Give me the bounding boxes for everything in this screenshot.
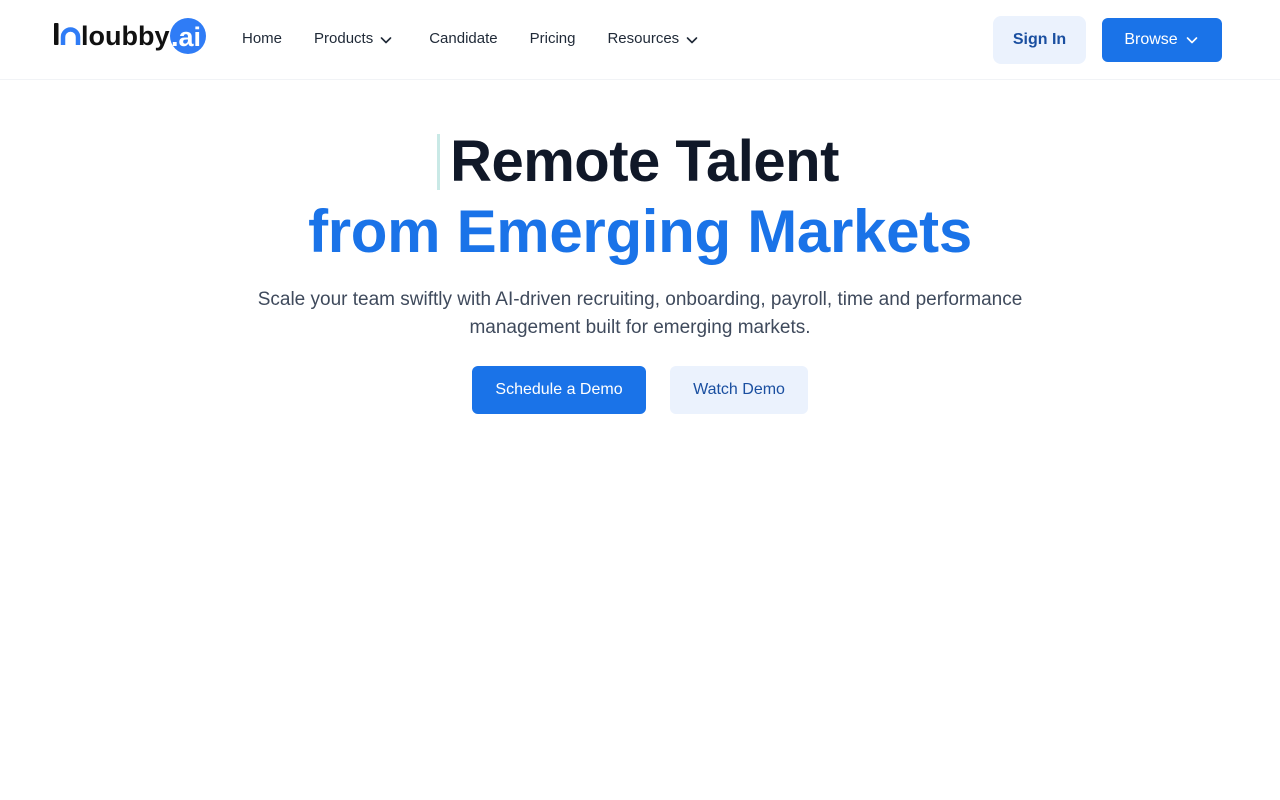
nav-products-label: Products bbox=[314, 30, 374, 47]
nav-pricing[interactable]: Pricing bbox=[530, 30, 576, 47]
nav-pricing-label: Pricing bbox=[529, 30, 576, 47]
nav-candidate[interactable]: Candidate bbox=[429, 30, 497, 47]
hero-subtitle: Scale your team swiftly with AI-driven r… bbox=[257, 289, 1023, 338]
logo-wordmark: loubby bbox=[81, 21, 170, 51]
chevron-down-icon bbox=[380, 37, 392, 44]
main-nav: Home Products Candidate Pricing Resource… bbox=[242, 0, 700, 80]
nav-home[interactable]: Home bbox=[242, 30, 282, 47]
nav-resources[interactable]: Resources bbox=[607, 29, 700, 48]
nav-home-label: Home bbox=[242, 30, 283, 47]
chevron-down-icon bbox=[686, 37, 698, 44]
hero-title-row: Remote Talent bbox=[0, 130, 1280, 194]
schedule-demo-label: Schedule a Demo bbox=[495, 381, 623, 398]
loubby-logo[interactable]: loubby .ai bbox=[54, 17, 206, 57]
browse-label: Browse bbox=[1124, 31, 1178, 48]
watch-demo-label: Watch Demo bbox=[693, 381, 785, 398]
logo-badge: .ai bbox=[171, 22, 201, 52]
schedule-demo-button[interactable]: Schedule a Demo bbox=[472, 366, 646, 414]
browse-button[interactable]: Browse bbox=[1102, 18, 1222, 62]
typing-cursor bbox=[437, 134, 441, 190]
sign-in-button[interactable]: Sign In bbox=[993, 16, 1086, 64]
hero-cta-row: Schedule a Demo Watch Demo bbox=[0, 366, 1280, 414]
chevron-down-icon bbox=[1186, 37, 1197, 44]
watch-demo-button[interactable]: Watch Demo bbox=[670, 366, 808, 414]
nav-resources-label: Resources bbox=[607, 30, 680, 47]
nav-products[interactable]: Products bbox=[314, 29, 394, 48]
hero-title-accent: from Emerging Markets bbox=[308, 198, 972, 265]
sign-in-label: Sign In bbox=[1012, 31, 1067, 48]
nav-candidate-label: Candidate bbox=[429, 30, 498, 47]
hero-title-primary: Remote Talent bbox=[450, 129, 839, 194]
site-header: loubby .ai Home Products Candidate Prici… bbox=[0, 0, 1280, 80]
